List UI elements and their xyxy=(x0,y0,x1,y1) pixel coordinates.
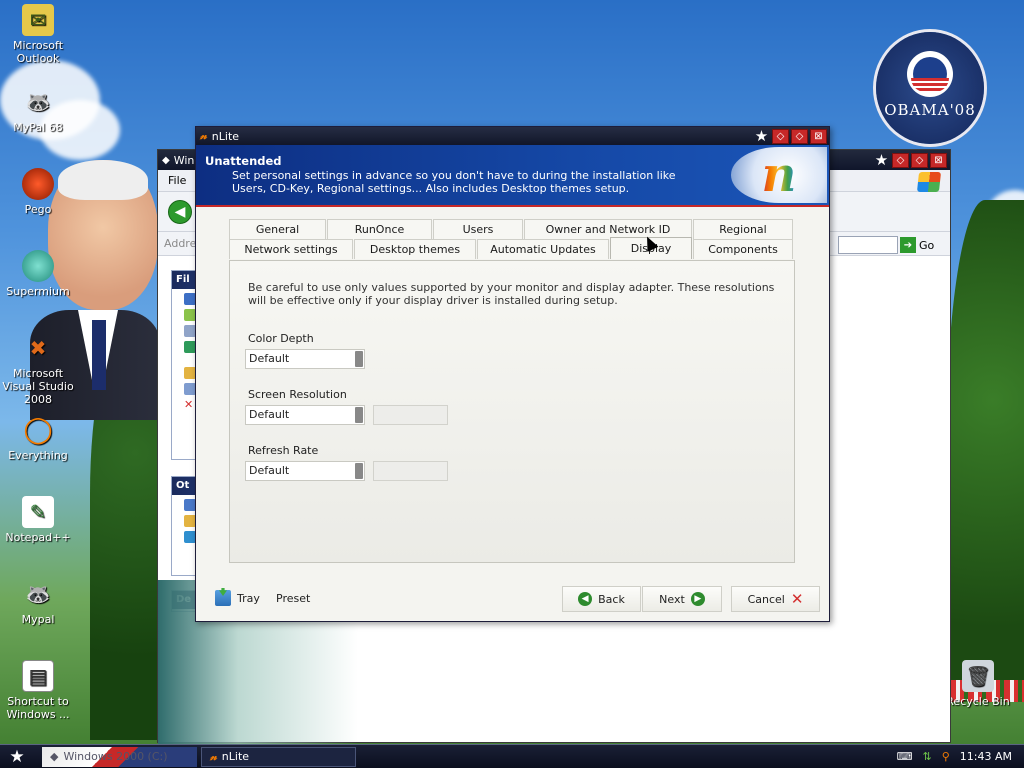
minimize-button[interactable]: ◇ xyxy=(892,152,909,168)
notepadpp-icon: ✎ xyxy=(22,496,54,528)
nlite-icon: 𝓃 xyxy=(210,749,217,763)
nlite-logo: n xyxy=(731,147,827,203)
clock[interactable]: 11:43 AM xyxy=(960,750,1012,763)
tabs-row-2: Network settings Desktop themes Automati… xyxy=(229,237,794,259)
close-button[interactable]: ⊠ xyxy=(810,128,827,144)
minimize-button[interactable]: ◇ xyxy=(772,128,789,144)
back-button[interactable]: ◀ Back xyxy=(562,586,641,612)
supermium-icon xyxy=(22,250,54,282)
refresh-rate-label: Refresh Rate xyxy=(248,444,319,457)
screen-resolution-label: Screen Resolution xyxy=(248,388,347,401)
nlite-header: Unattended Set personal settings in adva… xyxy=(196,145,829,205)
desktop-icon-mypal[interactable]: 🦝 Mypal xyxy=(0,578,76,627)
next-arrow-icon: ▶ xyxy=(690,592,705,606)
close-button[interactable]: ⊠ xyxy=(930,152,947,168)
desktop-icon-mypal68[interactable]: 🦝 MyPal 68 xyxy=(0,86,76,135)
header-divider xyxy=(196,205,829,207)
desktop-icon-supermium[interactable]: Supermium xyxy=(0,250,76,298)
color-depth-label: Color Depth xyxy=(248,332,314,345)
shortcut-icon: ▤ xyxy=(22,660,54,692)
screen-resolution-select[interactable]: Default xyxy=(245,405,365,425)
display-tab-panel: Be careful to use only values supported … xyxy=(229,260,795,563)
go-arrow-icon: ➔ xyxy=(900,237,916,253)
go-button[interactable]: ➔ Go xyxy=(900,236,934,254)
network-icon[interactable]: ⇅ xyxy=(923,750,932,763)
desktop-icon-everything[interactable]: ◯ Everything xyxy=(0,414,76,463)
obama-logo: OBAMA'08 xyxy=(876,32,984,144)
maximize-button[interactable]: ◇ xyxy=(911,152,928,168)
nlite-dialog[interactable]: 𝓃 nLite ★ ◇ ◇ ⊠ Unattended Set personal … xyxy=(195,126,830,622)
desktop-icon-visual-studio[interactable]: ✖ Microsoft Visual Studio 2008 xyxy=(0,332,76,407)
explorer-title: Win xyxy=(173,153,195,167)
display-warning-note: Be careful to use only values supported … xyxy=(248,281,775,307)
taskbar-item-nlite[interactable]: 𝓃 nLite xyxy=(201,746,356,767)
header-description: Set personal settings in advance so you … xyxy=(232,169,676,195)
pego-icon xyxy=(22,168,54,200)
keyboard-icon[interactable]: ⌨ xyxy=(897,750,913,763)
desktop-icon-shortcut-windows[interactable]: ▤ Shortcut to Windows ... xyxy=(0,660,76,721)
back-arrow-icon: ◀ xyxy=(578,592,593,606)
system-tray: ⌨ ⇅ ⚲ 11:43 AM xyxy=(897,750,1024,763)
obama-logo-text: OBAMA'08 xyxy=(884,101,976,119)
window-icon: ◆ xyxy=(50,750,59,763)
search-icon[interactable]: ⚲ xyxy=(942,750,950,763)
desktop-icon-pego[interactable]: Pego xyxy=(0,168,76,216)
tab-components[interactable]: Components xyxy=(693,239,793,259)
star-icon: ★ xyxy=(874,151,889,169)
menu-file[interactable]: File xyxy=(168,174,186,187)
next-button[interactable]: Next ▶ xyxy=(642,586,722,612)
tab-users[interactable]: Users xyxy=(433,219,523,239)
desktop-icon-recycle-bin[interactable]: 🗑 Recycle Bin xyxy=(940,660,1016,708)
start-button[interactable]: ★ xyxy=(0,745,34,768)
outlook-icon: ✉ xyxy=(22,4,54,36)
cancel-x-icon: ✕ xyxy=(790,590,804,608)
preset-button[interactable]: Preset xyxy=(276,585,310,611)
tab-desktop-themes[interactable]: Desktop themes xyxy=(354,239,476,259)
recycle-bin-icon: 🗑 xyxy=(962,660,994,692)
taskbar-item-windows-explorer[interactable]: ◆ Windows 2000 (C:) xyxy=(42,746,197,767)
desktop-icon-outlook[interactable]: ✉ Microsoft Outlook xyxy=(0,4,76,65)
address-input[interactable] xyxy=(838,236,898,254)
refresh-rate-custom-input[interactable] xyxy=(373,461,448,481)
dropdown-handle-icon xyxy=(355,351,363,367)
tray-button[interactable]: Tray xyxy=(215,585,260,611)
window-icon: ◆ xyxy=(162,154,170,166)
screen-resolution-custom-input[interactable] xyxy=(373,405,448,425)
mypal-icon: 🦝 xyxy=(25,581,51,606)
tray-icon xyxy=(215,590,231,606)
tab-general[interactable]: General xyxy=(229,219,326,239)
tabs-row-1: General RunOnce Users Owner and Network … xyxy=(229,219,794,239)
nlite-title: nLite xyxy=(211,129,240,143)
maximize-button[interactable]: ◇ xyxy=(791,128,808,144)
desktop-icon-notepadpp[interactable]: ✎ Notepad++ xyxy=(0,496,76,544)
dropdown-handle-icon xyxy=(355,463,363,479)
tree-right xyxy=(946,200,1024,700)
tab-owner-network-id[interactable]: Owner and Network ID xyxy=(524,219,692,239)
cancel-button[interactable]: Cancel ✕ xyxy=(731,586,820,612)
mypal-icon: 🦝 xyxy=(25,89,51,114)
dialog-footer: Tray Preset ◀ Back Next ▶ Cancel ✕ xyxy=(196,575,829,621)
tab-regional[interactable]: Regional xyxy=(693,219,793,239)
tab-runonce[interactable]: RunOnce xyxy=(327,219,432,239)
star-icon: ★ xyxy=(754,127,769,145)
tab-automatic-updates[interactable]: Automatic Updates xyxy=(477,239,609,259)
refresh-rate-select[interactable]: Default xyxy=(245,461,365,481)
dropdown-handle-icon xyxy=(355,407,363,423)
back-arrow-icon[interactable]: ◀ xyxy=(168,199,192,224)
tab-network-settings[interactable]: Network settings xyxy=(229,239,353,259)
everything-icon: ◯ xyxy=(23,414,53,445)
star-icon: ★ xyxy=(9,746,25,767)
windows-logo-icon xyxy=(916,172,942,192)
nlite-icon: 𝓃 xyxy=(200,129,207,142)
taskbar: ★ ◆ Windows 2000 (C:) 𝓃 nLite ⌨ ⇅ ⚲ 11:4… xyxy=(0,744,1024,768)
color-depth-select[interactable]: Default xyxy=(245,349,365,369)
nlite-titlebar[interactable]: 𝓃 nLite ★ ◇ ◇ ⊠ xyxy=(196,127,829,145)
visual-studio-icon: ✖ xyxy=(29,335,47,360)
